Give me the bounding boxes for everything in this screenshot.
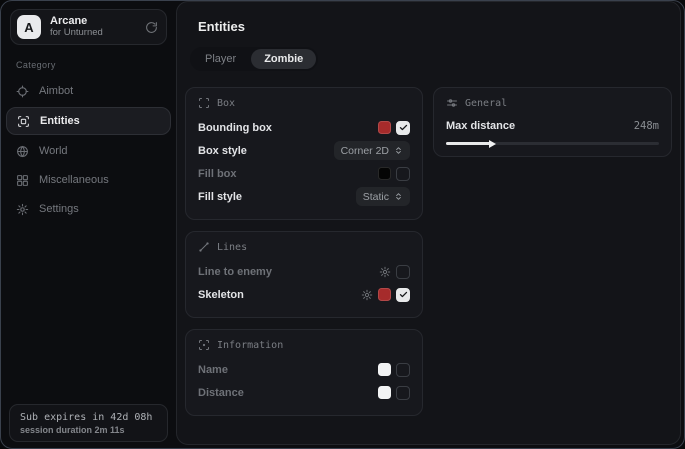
sidebar-item-label: Miscellaneous [39, 174, 109, 186]
subscription-info: Sub expires in 42d 08h session duration … [9, 404, 168, 442]
sidebar-item-label: Entities [40, 115, 80, 127]
slider-fill [446, 142, 491, 145]
sub-expiry-text: Sub expires in 42d 08h [20, 412, 157, 423]
setting-label: Fill style [198, 191, 242, 203]
refresh-icon[interactable] [145, 21, 158, 34]
setting-label: Box style [198, 145, 247, 157]
box-card: Box Bounding box Box style [185, 87, 423, 220]
setting-label: Line to enemy [198, 266, 272, 278]
max-distance-slider[interactable] [446, 142, 659, 145]
sidebar: A Arcane for Unturned Category Aimbot [1, 1, 176, 448]
tab-player[interactable]: Player [192, 49, 249, 69]
app-title: Arcane [50, 15, 136, 28]
diagonal-line-icon [198, 241, 210, 253]
color-swatch[interactable] [378, 386, 391, 399]
skeleton-settings-gear-icon[interactable] [361, 289, 373, 301]
card-title: Lines [217, 242, 247, 253]
fill-box-checkbox[interactable] [396, 167, 410, 181]
setting-row: Distance [198, 381, 410, 404]
dropdown-value: Static [363, 191, 389, 203]
grid-icon [16, 174, 29, 187]
sidebar-item-label: Settings [39, 203, 79, 215]
setting-row: Line to enemy [198, 260, 410, 283]
sidebar-nav: Aimbot Entities World Miscellaneous [1, 77, 176, 223]
slider-thumb[interactable] [489, 140, 496, 148]
sidebar-item-settings[interactable]: Settings [1, 195, 176, 223]
sidebar-item-world[interactable]: World [1, 137, 176, 165]
line-to-enemy-checkbox[interactable] [396, 265, 410, 279]
brand-card: A Arcane for Unturned [10, 9, 167, 45]
setting-label: Name [198, 364, 228, 376]
setting-label: Skeleton [198, 289, 244, 301]
setting-row: Bounding box [198, 116, 410, 139]
color-swatch[interactable] [378, 121, 391, 134]
color-swatch[interactable] [378, 167, 391, 180]
setting-label: Fill box [198, 168, 237, 180]
sliders-icon [446, 97, 458, 109]
tab-zombie[interactable]: Zombie [251, 49, 316, 69]
scan-box-icon [17, 115, 30, 128]
scan-dot-icon [198, 339, 210, 351]
setting-label: Bounding box [198, 122, 272, 134]
box-style-dropdown[interactable]: Corner 2D [334, 141, 410, 160]
chevrons-up-down-icon [394, 146, 403, 155]
sidebar-item-entities[interactable]: Entities [6, 107, 171, 135]
setting-row: Skeleton [198, 283, 410, 306]
crosshair-icon [16, 85, 29, 98]
fill-style-dropdown[interactable]: Static [356, 187, 410, 206]
sidebar-item-label: Aimbot [39, 85, 73, 97]
general-card: General Max distance 248m [433, 87, 672, 157]
page-title: Entities [177, 2, 680, 34]
sidebar-item-miscellaneous[interactable]: Miscellaneous [1, 166, 176, 194]
setting-label: Distance [198, 387, 244, 399]
card-title: Information [217, 340, 283, 351]
max-distance-label: Max distance [446, 120, 515, 132]
dropdown-value: Corner 2D [341, 145, 389, 157]
sidebar-item-label: World [39, 145, 68, 157]
lines-card: Lines Line to enemy Skeleton [185, 231, 423, 318]
app-logo: A [17, 15, 41, 39]
session-duration-text: session duration 2m 11s [20, 425, 157, 435]
color-swatch[interactable] [378, 288, 391, 301]
entity-tabs: Player Zombie [190, 47, 318, 71]
max-distance-value: 248m [634, 120, 659, 132]
name-checkbox[interactable] [396, 363, 410, 377]
setting-row: Box style Corner 2D [198, 139, 410, 162]
globe-icon [16, 145, 29, 158]
app-subtitle: for Unturned [50, 28, 136, 39]
chevrons-up-down-icon [394, 192, 403, 201]
setting-row: Fill box [198, 162, 410, 185]
app-window: A Arcane for Unturned Category Aimbot [0, 0, 685, 449]
sidebar-item-aimbot[interactable]: Aimbot [1, 77, 176, 105]
scan-corners-icon [198, 97, 210, 109]
color-swatch[interactable] [378, 363, 391, 376]
card-title: Box [217, 98, 235, 109]
main-panel: Entities Player Zombie Box Bounding box [176, 1, 681, 445]
gear-icon [16, 203, 29, 216]
information-card: Information Name Distance [185, 329, 423, 416]
skeleton-checkbox[interactable] [396, 288, 410, 302]
setting-row: Name [198, 358, 410, 381]
bounding-box-checkbox[interactable] [396, 121, 410, 135]
card-title: General [465, 98, 507, 109]
setting-row: Fill style Static [198, 185, 410, 208]
distance-checkbox[interactable] [396, 386, 410, 400]
line-settings-gear-icon[interactable] [379, 266, 391, 278]
category-label: Category [16, 60, 176, 70]
